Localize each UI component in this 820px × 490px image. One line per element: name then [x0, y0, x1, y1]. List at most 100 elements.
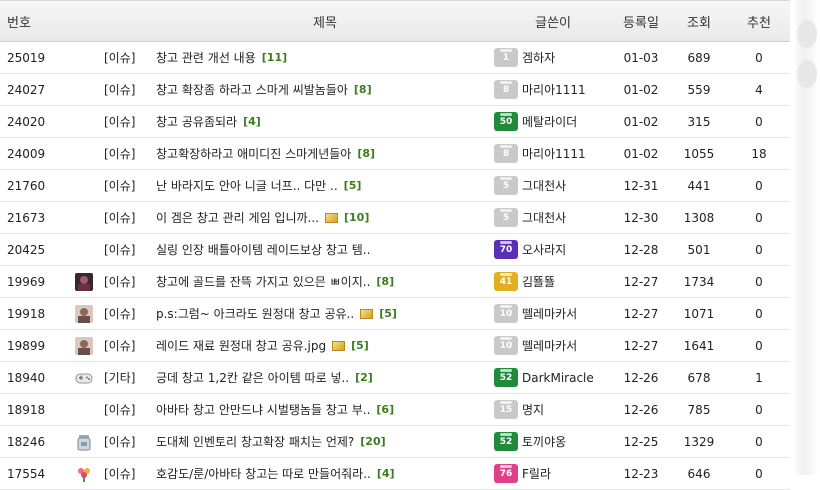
- post-category[interactable]: [이슈]: [104, 465, 156, 482]
- post-title-cell[interactable]: 긍데 창고 1,2칸 같은 아이템 따로 넣.. [2]: [156, 369, 494, 386]
- comment-count[interactable]: [10]: [344, 211, 369, 224]
- post-writer[interactable]: 52 토끼야옹: [494, 432, 612, 451]
- post-views: 1734: [683, 274, 715, 289]
- post-title-cell[interactable]: 호감도/룬/아바타 창고는 따로 만들어줘라.. [4]: [156, 465, 494, 482]
- comment-count[interactable]: [6]: [376, 403, 394, 416]
- comment-count[interactable]: [11]: [262, 51, 287, 64]
- post-category[interactable]: [이슈]: [104, 273, 156, 290]
- post-title-link[interactable]: 이 겜은 창고 관리 게임 입니까...: [156, 209, 319, 226]
- table-row[interactable]: 24020 [이슈] 창고 공유좀되라 [4] 50 메탈라이더 01-02 315 0: [0, 106, 790, 138]
- post-date: 12-23: [623, 466, 659, 481]
- post-title-cell[interactable]: 이 겜은 창고 관리 게임 입니까... [10]: [156, 209, 494, 226]
- post-writer[interactable]: 1 겜하자: [494, 48, 612, 67]
- writer-name[interactable]: 뗄레마카서: [522, 305, 577, 322]
- table-row[interactable]: 18918 [이슈] 아바타 창고 안만드냐 시벌탱놈들 창고 부.. [6] 15 명지…: [0, 394, 790, 426]
- post-writer[interactable]: 15 명지: [494, 400, 612, 419]
- writer-name[interactable]: DarkMiracle: [522, 371, 594, 385]
- comment-count[interactable]: [2]: [355, 371, 373, 384]
- comment-count[interactable]: [8]: [357, 147, 375, 160]
- post-recommend: 0: [755, 306, 763, 321]
- post-title-cell[interactable]: 창고에 골드를 잔뜩 가지고 있으믄 ㅃ이지.. [8]: [156, 273, 494, 290]
- post-category[interactable]: [기타]: [104, 369, 156, 386]
- post-writer[interactable]: 10 뗄레마카서: [494, 336, 612, 355]
- post-writer[interactable]: 76 F릴라: [494, 464, 612, 483]
- writer-name[interactable]: 마리아1111: [522, 145, 586, 162]
- post-writer[interactable]: 10 뗄레마카서: [494, 304, 612, 323]
- table-row[interactable]: 21673 [이슈] 이 겜은 창고 관리 게임 입니까... [10] 5 그대천사 12…: [0, 202, 790, 234]
- post-category[interactable]: [이슈]: [104, 113, 156, 130]
- post-category[interactable]: [이슈]: [104, 81, 156, 98]
- writer-name[interactable]: 오사라지: [522, 241, 566, 258]
- table-row[interactable]: 25019 [이슈] 창고 관련 개선 내용 [11] 1 겜하자 01-03 689 0: [0, 42, 790, 74]
- writer-name[interactable]: 뗄레마카서: [522, 337, 577, 354]
- post-title-cell[interactable]: 레이드 재료 원정대 창고 공유.jpg [5]: [156, 337, 494, 354]
- writer-name[interactable]: 김뚈뚈: [522, 273, 555, 290]
- post-title-link[interactable]: 창고 공유좀되라: [156, 113, 237, 130]
- post-title-link[interactable]: 호감도/룬/아바타 창고는 따로 만들어줘라..: [156, 465, 371, 482]
- post-writer[interactable]: 5 그대천사: [494, 208, 612, 227]
- table-row[interactable]: 21760 [이슈] 난 바라지도 안아 니글 너프.. 다만 .. [5] 5 그대천사…: [0, 170, 790, 202]
- post-writer[interactable]: 52 DarkMiracle: [494, 368, 612, 387]
- post-title-cell[interactable]: 도대체 인벤토리 창고확장 패치는 언제? [20]: [156, 433, 494, 450]
- table-row[interactable]: 19969 [이슈] 창고에 골드를 잔뜩 가지고 있으믄 ㅃ이지.. [8] 41 김뚈…: [0, 266, 790, 298]
- post-title-link[interactable]: 긍데 창고 1,2칸 같은 아이템 따로 넣..: [156, 369, 349, 386]
- post-category[interactable]: [이슈]: [104, 305, 156, 322]
- table-row[interactable]: 19899 [이슈] 레이드 재료 원정대 창고 공유.jpg [5] 10 뗄레마카서 1…: [0, 330, 790, 362]
- post-writer[interactable]: 41 김뚈뚈: [494, 272, 612, 291]
- post-title-cell[interactable]: 난 바라지도 안아 니글 너프.. 다만 .. [5]: [156, 177, 494, 194]
- writer-name[interactable]: 그대천사: [522, 177, 566, 194]
- table-row[interactable]: 18246 [이슈] 도대체 인벤토리 창고확장 패치는 언제? [20] 52 토끼야옹…: [0, 426, 790, 458]
- comment-count[interactable]: [20]: [360, 435, 385, 448]
- post-title-cell[interactable]: 실링 인장 배틀아이템 레이드보상 창고 템..: [156, 241, 494, 258]
- post-category[interactable]: [이슈]: [104, 401, 156, 418]
- writer-name[interactable]: 메탈라이더: [522, 113, 577, 130]
- writer-name[interactable]: F릴라: [522, 465, 551, 482]
- writer-name[interactable]: 명지: [522, 401, 544, 418]
- writer-name[interactable]: 토끼야옹: [522, 433, 566, 450]
- post-category[interactable]: [이슈]: [104, 145, 156, 162]
- comment-count[interactable]: [5]: [344, 179, 362, 192]
- post-category[interactable]: [이슈]: [104, 209, 156, 226]
- comment-count[interactable]: [8]: [376, 275, 394, 288]
- post-title-link[interactable]: p.s:그럼~ 아크라도 원정대 창고 공유..: [156, 305, 354, 322]
- post-title-link[interactable]: 창고확장하라고 애미디진 스마게년들아: [156, 145, 351, 162]
- comment-count[interactable]: [5]: [351, 339, 369, 352]
- table-row[interactable]: 24009 [이슈] 창고확장하라고 애미디진 스마게년들아 [8] 8 마리아1111 0…: [0, 138, 790, 170]
- post-title-cell[interactable]: 창고 확장좀 하라고 스마게 씨발놈들아 [8]: [156, 81, 494, 98]
- post-title-link[interactable]: 레이드 재료 원정대 창고 공유.jpg: [156, 337, 326, 354]
- post-title-link[interactable]: 난 바라지도 안아 니글 너프.. 다만 ..: [156, 177, 338, 194]
- table-row[interactable]: 18940 [기타] 긍데 창고 1,2칸 같은 아이템 따로 넣.. [2] 52 Da…: [0, 362, 790, 394]
- comment-count[interactable]: [8]: [354, 83, 372, 96]
- writer-name[interactable]: 겜하자: [522, 49, 555, 66]
- post-writer[interactable]: 70 오사라지: [494, 240, 612, 259]
- post-title-cell[interactable]: p.s:그럼~ 아크라도 원정대 창고 공유.. [5]: [156, 305, 494, 322]
- post-writer[interactable]: 5 그대천사: [494, 176, 612, 195]
- post-title-cell[interactable]: 창고확장하라고 애미디진 스마게년들아 [8]: [156, 145, 494, 162]
- table-row[interactable]: 20425 [이슈] 실링 인장 배틀아이템 레이드보상 창고 템.. 70 오사라지 1…: [0, 234, 790, 266]
- comment-count[interactable]: [4]: [243, 115, 261, 128]
- post-title-link[interactable]: 도대체 인벤토리 창고확장 패치는 언제?: [156, 433, 354, 450]
- post-title-link[interactable]: 아바타 창고 안만드냐 시벌탱놈들 창고 부..: [156, 401, 370, 418]
- post-title-link[interactable]: 창고 확장좀 하라고 스마게 씨발놈들아: [156, 81, 348, 98]
- post-title-cell[interactable]: 아바타 창고 안만드냐 시벌탱놈들 창고 부.. [6]: [156, 401, 494, 418]
- writer-name[interactable]: 마리아1111: [522, 81, 586, 98]
- table-row[interactable]: 19918 [이슈] p.s:그럼~ 아크라도 원정대 창고 공유.. [5] 10 뗄레…: [0, 298, 790, 330]
- post-title-link[interactable]: 창고 관련 개선 내용: [156, 49, 256, 66]
- comment-count[interactable]: [5]: [379, 307, 397, 320]
- post-category[interactable]: [이슈]: [104, 337, 156, 354]
- comment-count[interactable]: [4]: [377, 467, 395, 480]
- post-writer[interactable]: 50 메탈라이더: [494, 112, 612, 131]
- post-category[interactable]: [이슈]: [104, 49, 156, 66]
- table-row[interactable]: 17554 [이슈] 호감도/룬/아바타 창고는 따로 만들어줘라.. [4] 76 F릴…: [0, 458, 790, 490]
- writer-name[interactable]: 그대천사: [522, 209, 566, 226]
- post-writer[interactable]: 8 마리아1111: [494, 144, 612, 163]
- post-category[interactable]: [이슈]: [104, 241, 156, 258]
- post-title-cell[interactable]: 창고 관련 개선 내용 [11]: [156, 49, 494, 66]
- table-row[interactable]: 24027 [이슈] 창고 확장좀 하라고 스마게 씨발놈들아 [8] 8 마리아1111…: [0, 74, 790, 106]
- post-writer[interactable]: 8 마리아1111: [494, 80, 612, 99]
- post-title-link[interactable]: 창고에 골드를 잔뜩 가지고 있으믄 ㅃ이지..: [156, 273, 370, 290]
- post-category[interactable]: [이슈]: [104, 433, 156, 450]
- post-category[interactable]: [이슈]: [104, 177, 156, 194]
- post-title-cell[interactable]: 창고 공유좀되라 [4]: [156, 113, 494, 130]
- post-title-link[interactable]: 실링 인장 배틀아이템 레이드보상 창고 템..: [156, 241, 370, 258]
